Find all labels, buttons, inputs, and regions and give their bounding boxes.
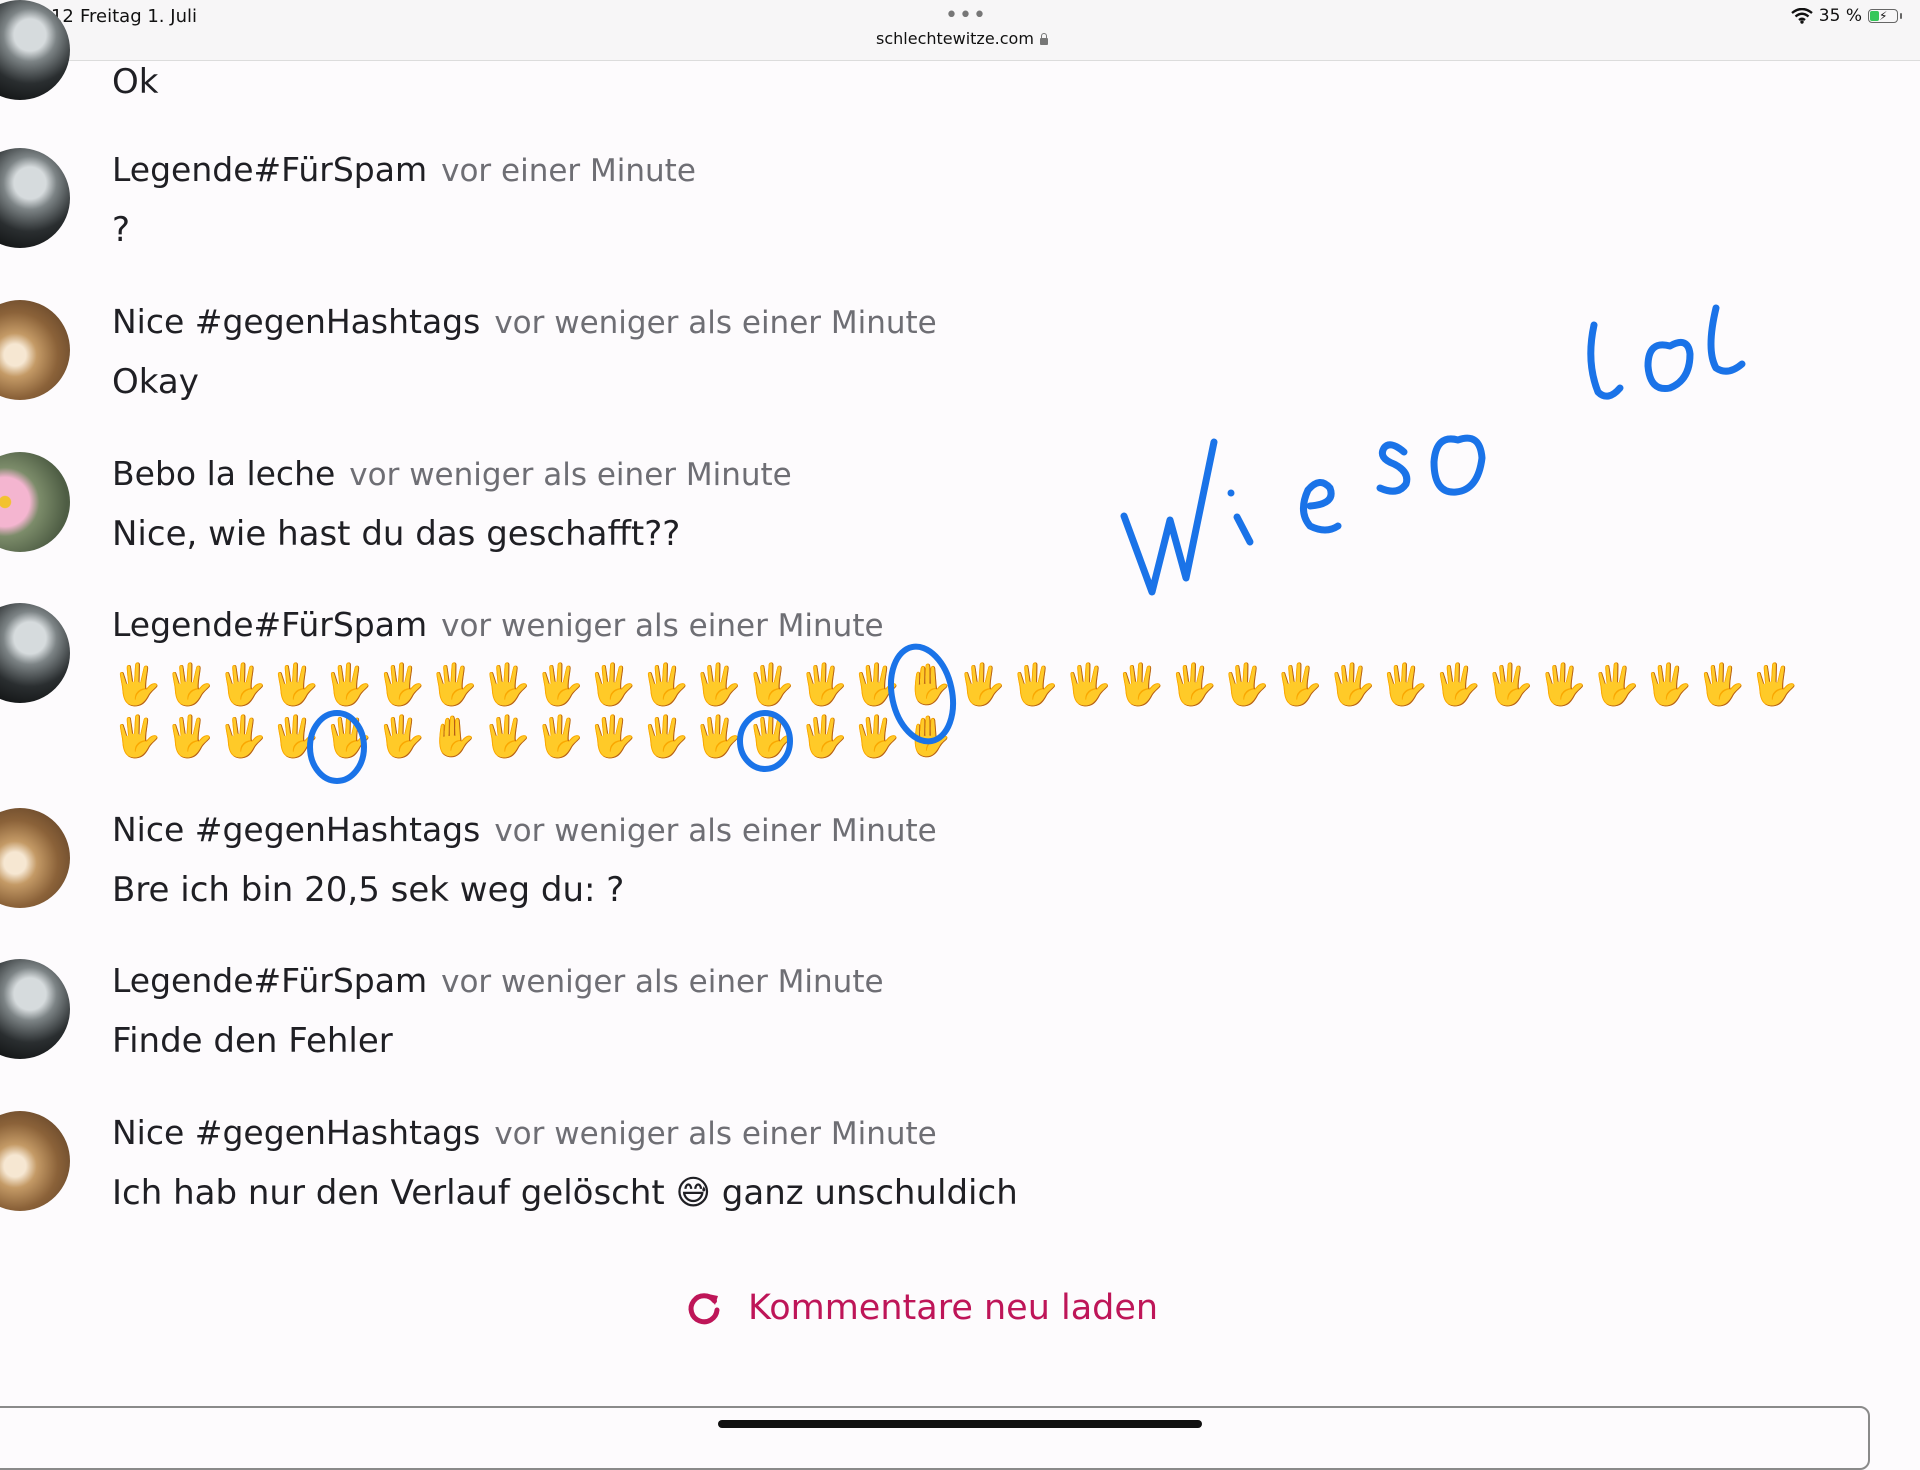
url-bar[interactable]: schlechtewitze.com <box>876 29 1048 48</box>
multitasking-dots-icon[interactable]: ••• <box>945 3 987 28</box>
comment-header: Bebo la leche vor weniger als einer Minut… <box>112 454 792 493</box>
comment-author[interactable]: Nice #gegenHashtags <box>112 810 480 849</box>
comment-author[interactable]: Legende#FürSpam <box>112 605 427 644</box>
comment-text: Ich hab nur den Verlauf gelöscht 😅 ganz … <box>112 1173 1018 1213</box>
comment-text: Ok <box>112 62 159 102</box>
comment-text: Bre ich bin 20,5 sek weg du: ? <box>112 870 625 910</box>
comment-author[interactable]: Nice #gegenHashtags <box>112 302 480 341</box>
refresh-icon <box>686 1290 722 1326</box>
comment-time: vor weniger als einer Minute <box>494 305 937 341</box>
comment-header: Nice #gegenHashtags vor weniger als einer… <box>112 810 937 849</box>
status-date: Freitag 1. Juli <box>80 6 197 27</box>
lock-icon <box>1039 33 1048 45</box>
avatar[interactable] <box>0 452 70 552</box>
comment-header: Nice #gegenHashtags vor weniger als einer… <box>112 302 937 341</box>
comment-text: Finde den Fehler <box>112 1021 393 1061</box>
avatar[interactable] <box>0 959 70 1059</box>
battery-icon: ⚡ <box>1868 9 1902 23</box>
comment-time: vor weniger als einer Minute <box>349 457 792 493</box>
comment-text: 🖐🖐🖐🖐🖐🖐🖐🖐🖐🖐🖐🖐🖐🖐🖐✋🖐🖐🖐🖐🖐🖐🖐🖐🖐🖐🖐🖐🖐🖐🖐🖐🖐🖐🖐🖐🖐🖐✋🖐… <box>112 662 1802 760</box>
comment-text: Nice, wie hast du das geschafft?? <box>112 514 681 554</box>
comment-text: ? <box>112 210 131 250</box>
comment-time: vor weniger als einer Minute <box>494 1116 937 1152</box>
avatar[interactable] <box>0 148 70 248</box>
comment-header: Nice #gegenHashtags vor weniger als einer… <box>112 1113 937 1152</box>
comment-time: vor weniger als einer Minute <box>441 964 884 1000</box>
comment-time: vor weniger als einer Minute <box>494 813 937 849</box>
avatar[interactable] <box>0 808 70 908</box>
status-indicators: 35 % ⚡ <box>1791 6 1902 26</box>
comment-author[interactable]: Bebo la leche <box>112 454 335 493</box>
wifi-icon <box>1791 8 1813 24</box>
charging-bolt-icon: ⚡ <box>1879 9 1888 23</box>
home-indicator[interactable] <box>718 1420 1202 1428</box>
comment-author[interactable]: Legende#FürSpam <box>112 961 427 1000</box>
url-text: schlechtewitze.com <box>876 29 1034 48</box>
battery-fill <box>1870 11 1880 21</box>
comment-header: Legende#FürSpam vor weniger als einer Min… <box>112 605 884 644</box>
comment-time: vor weniger als einer Minute <box>441 608 884 644</box>
battery-percentage: 35 % <box>1818 6 1862 26</box>
comment-author[interactable]: Nice #gegenHashtags <box>112 1113 480 1152</box>
comment-header: Legende#FürSpam vor weniger als einer Min… <box>112 961 884 1000</box>
comment-header: Legende#FürSpam vor einer Minute <box>112 150 696 189</box>
handwritten-wieso <box>1120 434 1486 596</box>
bottom-card <box>0 1406 1870 1470</box>
avatar[interactable] <box>0 1111 70 1211</box>
comment-author[interactable]: Legende#FürSpam <box>112 150 427 189</box>
reload-comments-label: Kommentare neu laden <box>748 1288 1159 1328</box>
avatar[interactable] <box>0 603 70 703</box>
status-bar: 18:12 Freitag 1. Juli ••• schlechtewitze… <box>0 0 1920 61</box>
avatar[interactable] <box>0 300 70 400</box>
reload-comments-button[interactable]: Kommentare neu laden <box>686 1288 1158 1328</box>
comment-time: vor einer Minute <box>441 153 696 189</box>
comment-text: Okay <box>112 362 199 402</box>
handwritten-lol <box>1587 304 1746 400</box>
